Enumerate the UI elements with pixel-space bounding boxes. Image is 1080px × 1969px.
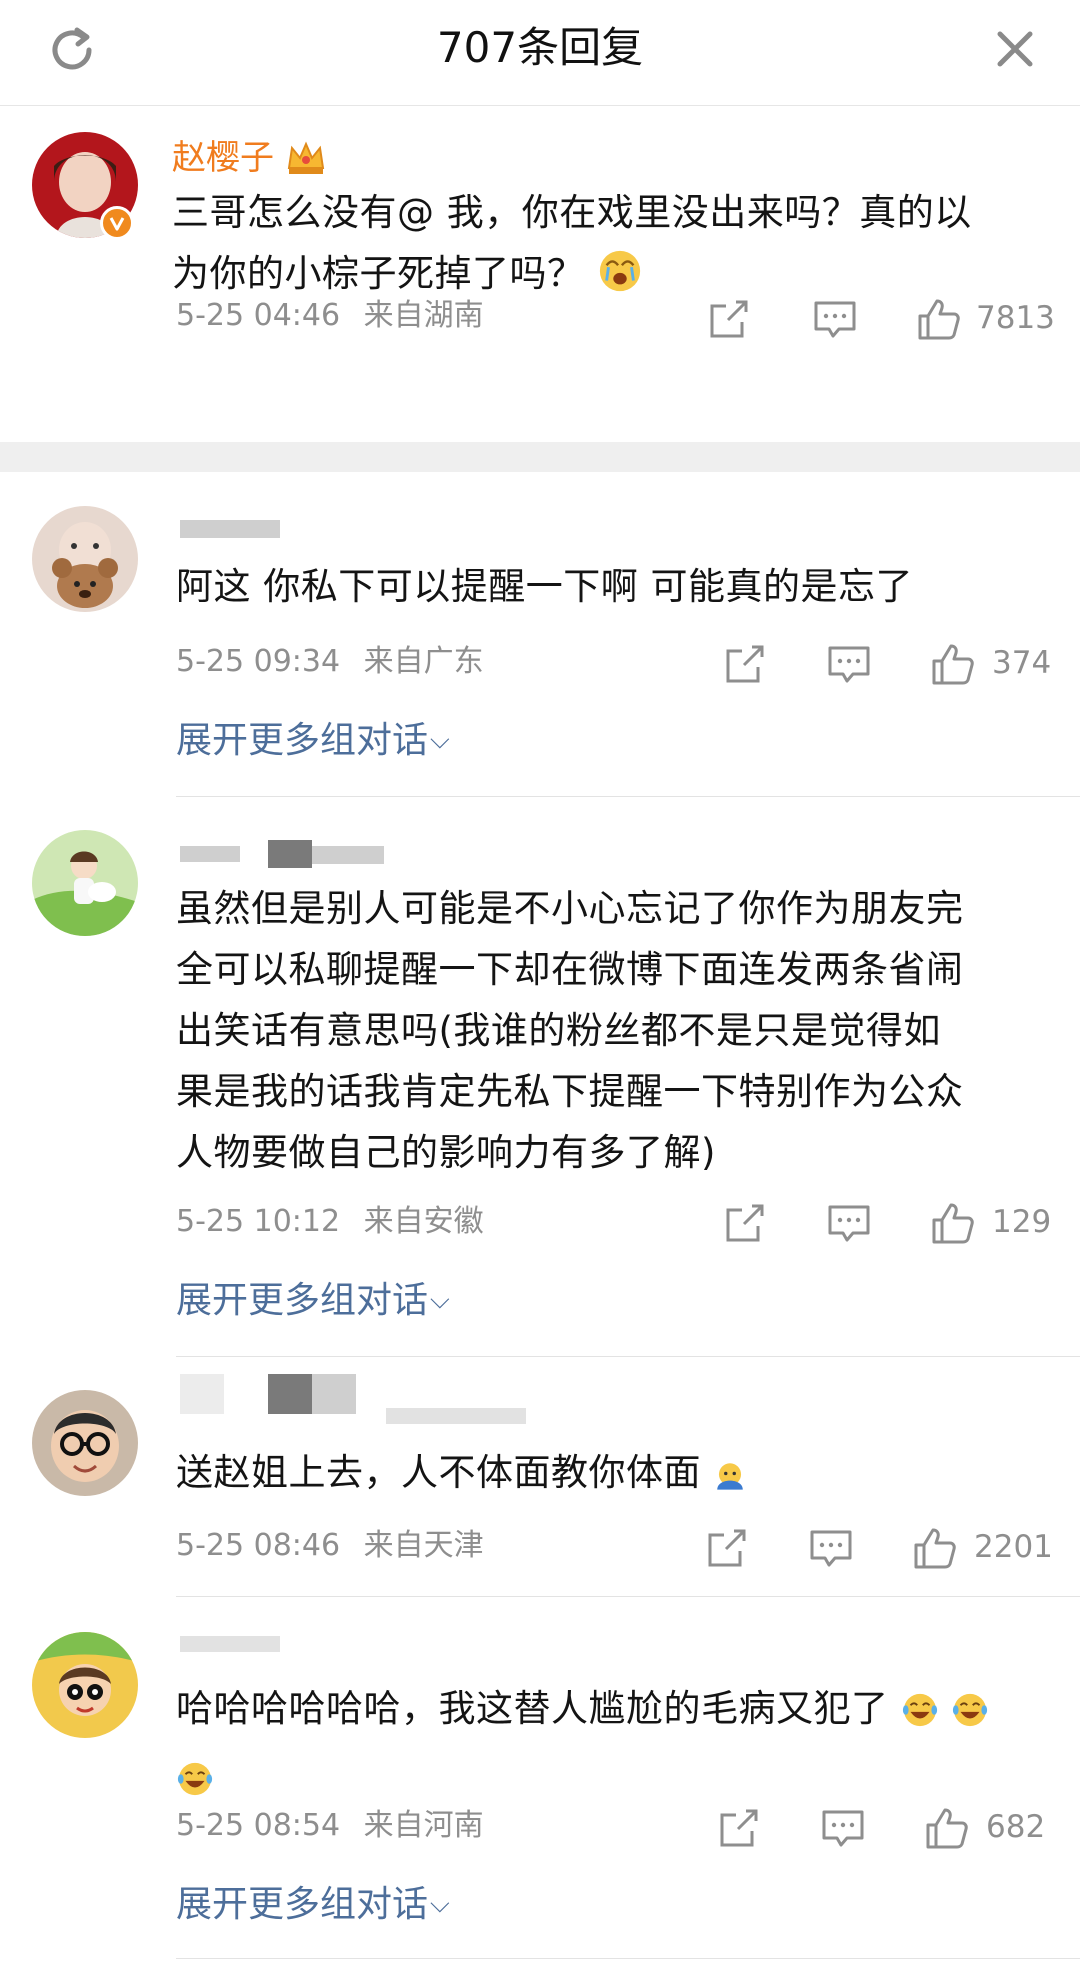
text-line: 出笑话有意思吗(我谁的粉丝都不是只是觉得如: [176, 1009, 941, 1052]
expand-label: 展开更多组对话: [176, 1884, 429, 1925]
expand-label: 展开更多组对话: [176, 720, 429, 761]
hooded-face-emoji: [713, 1450, 747, 1511]
like-count: 2201: [974, 1529, 1053, 1565]
text-line-wrap: 送赵姐上去，人不体面教你体面: [176, 1442, 1056, 1511]
expand-conversation-link[interactable]: 展开更多组对话⌵: [176, 1276, 450, 1325]
thumbs-up-icon[interactable]: [916, 296, 962, 342]
text-line: 送赵姐上去，人不体面教你体面: [176, 1451, 701, 1494]
location: 来自河南: [363, 1808, 484, 1843]
like-count: 129: [992, 1204, 1052, 1240]
divider: [176, 1356, 1080, 1357]
thumbs-up-icon[interactable]: [930, 641, 976, 687]
text-line: 果是我的话我肯定先私下提醒一下特别作为公众: [176, 1070, 964, 1113]
text-line: 人物要做自己的影响力有多了解): [176, 1131, 716, 1174]
header-bar: 707条回复: [0, 0, 1080, 106]
verified-v-icon: [100, 206, 134, 240]
avatar[interactable]: [32, 830, 138, 936]
comment-icon[interactable]: [808, 1525, 854, 1571]
username-redacted: [268, 840, 312, 868]
laughing-tears-emoji: [951, 1686, 989, 1747]
avatar[interactable]: [32, 506, 138, 612]
share-icon[interactable]: [716, 1805, 762, 1851]
share-icon[interactable]: [722, 1200, 768, 1246]
text-line: 三哥怎么没有@ 我，你在戏里没出来吗？真的以: [172, 191, 972, 234]
avatar[interactable]: [32, 1632, 138, 1738]
comment-text: 哈哈哈哈哈哈，我这替人尴尬的毛病又犯了: [176, 1678, 1056, 1816]
timestamp: 5-25 10:12: [176, 1204, 341, 1239]
page-title: 707条回复: [436, 23, 644, 72]
expand-label: 展开更多组对话: [176, 1280, 429, 1321]
text-line: 全可以私聊提醒一下却在微博下面连发两条省闹: [176, 948, 964, 991]
expand-conversation-link[interactable]: 展开更多组对话⌵: [176, 1880, 450, 1929]
comment-icon[interactable]: [826, 1200, 872, 1246]
username-redacted: [312, 1374, 356, 1414]
location: 来自安徽: [363, 1204, 484, 1239]
like-count: 682: [986, 1809, 1046, 1845]
thumbs-up-icon[interactable]: [912, 1525, 958, 1571]
avatar[interactable]: [32, 1390, 138, 1496]
chevron-down-icon: ⌵: [430, 1889, 450, 1919]
divider: [176, 1596, 1080, 1597]
text-line-wrap: 哈哈哈哈哈哈，我这替人尴尬的毛病又犯了: [176, 1678, 1056, 1747]
divider: [176, 1958, 1080, 1959]
comment-meta: 5-25 04:46 来自湖南: [176, 296, 498, 336]
crying-face-emoji: [597, 248, 643, 312]
text-line: 虽然但是别人可能是不小心忘记了你作为朋友完: [176, 887, 964, 930]
timestamp: 5-25 04:46: [176, 298, 341, 333]
share-icon[interactable]: [722, 641, 768, 687]
username-redacted: [180, 520, 280, 538]
chevron-down-icon: ⌵: [430, 1285, 450, 1315]
chevron-down-icon: ⌵: [430, 725, 450, 755]
username-redacted: [386, 1408, 526, 1424]
username-redacted: [180, 1374, 224, 1414]
featured-comment: 赵樱子 三哥怎么没有@ 我，你在戏里没出来吗？真的以 为你的小棕子死掉了吗？ 5…: [0, 106, 1080, 442]
username-redacted: [180, 846, 240, 862]
comment-text: 阿这 你私下可以提醒一下啊 可能真的是忘了: [176, 556, 1056, 617]
like-count: 374: [992, 645, 1052, 681]
comment-meta: 5-25 08:46 来自天津: [176, 1526, 498, 1566]
share-icon[interactable]: [704, 1525, 750, 1571]
username-redacted: [268, 1374, 312, 1414]
comment-text: 送赵姐上去，人不体面教你体面: [176, 1442, 1056, 1511]
comment-meta: 5-25 09:34 来自广东: [176, 642, 498, 682]
divider: [176, 796, 1080, 797]
comment-meta: 5-25 08:54 来自河南: [176, 1806, 498, 1846]
username-redacted: [180, 1636, 280, 1652]
share-icon[interactable]: [706, 296, 752, 342]
location: 来自天津: [363, 1528, 484, 1563]
thumbs-up-icon[interactable]: [924, 1805, 970, 1851]
text-line: 为你的小棕子死掉了吗？: [172, 252, 585, 295]
comment-icon[interactable]: [820, 1805, 866, 1851]
comment-meta: 5-25 10:12 来自安徽: [176, 1202, 498, 1242]
text-line: 哈哈哈哈哈哈，我这替人尴尬的毛病又犯了: [176, 1687, 889, 1730]
comment-icon[interactable]: [826, 641, 872, 687]
comment-icon[interactable]: [812, 296, 858, 342]
close-icon[interactable]: [988, 22, 1042, 76]
timestamp: 5-25 08:46: [176, 1528, 341, 1563]
text-line: 阿这 你私下可以提醒一下啊 可能真的是忘了: [176, 565, 914, 608]
like-count: 7813: [976, 300, 1055, 336]
timestamp: 5-25 09:34: [176, 644, 341, 679]
thumbs-up-icon[interactable]: [930, 1200, 976, 1246]
location: 来自广东: [363, 644, 484, 679]
comment-text: 三哥怎么没有@ 我，你在戏里没出来吗？真的以 为你的小棕子死掉了吗？: [172, 148, 1052, 295]
expand-conversation-link[interactable]: 展开更多组对话⌵: [176, 716, 450, 765]
timestamp: 5-25 08:54: [176, 1808, 341, 1843]
comment-text: 虽然但是别人可能是不小心忘记了你作为朋友完 全可以私聊提醒一下却在微博下面连发两…: [176, 878, 1056, 1183]
section-separator: [0, 442, 1080, 472]
location: 来自湖南: [363, 298, 484, 333]
username-redacted: [312, 846, 384, 864]
laughing-tears-emoji: [901, 1686, 939, 1747]
